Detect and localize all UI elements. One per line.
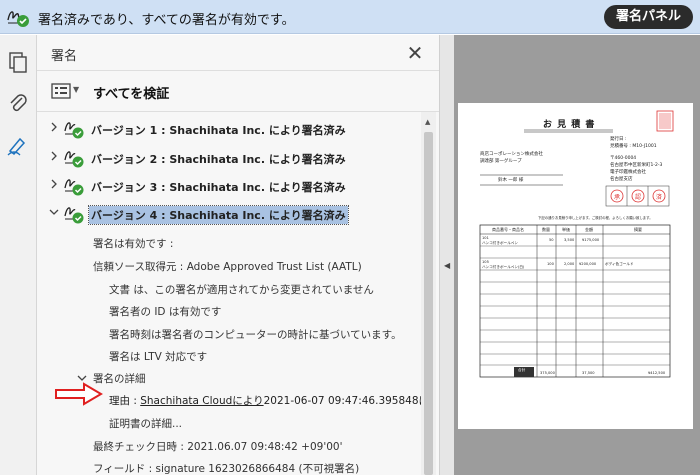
doc-row-1-name: ハンコ付きボールペン <box>482 241 518 245</box>
doc-row-2-note: ボディ色ゴールド <box>605 262 634 266</box>
red-arrow-annotation <box>55 382 103 406</box>
doc-row-2-amount: ¥200,000 <box>579 262 597 266</box>
status-message: 署名済みであり、すべての署名が有効です。 <box>38 13 295 28</box>
doc-row-1-amount: ¥175,000 <box>582 238 600 242</box>
attachment-icon[interactable] <box>6 91 30 115</box>
doc-recipient-company: 商店コーポレーション株式会社 <box>480 152 543 157</box>
version-label: バージョン 3 : Shachihata Inc. により署名済み <box>91 181 346 194</box>
doc-intro: 下記の通りお見積り申し上げます。ご検討の程、よろしくお願い致します。 <box>538 216 653 220</box>
version-label-selected: バージョン 4 : Shachihata Inc. により署名済み <box>88 205 349 225</box>
signature-status-bar: 署名済みであり、すべての署名が有効です。 署名パネル <box>0 0 700 34</box>
not-modified-text: 文書 は、この署名が適用されてから変更されていません <box>109 284 374 296</box>
doc-title: お 見 積 書 <box>543 120 596 130</box>
left-tool-rail <box>0 35 37 475</box>
vertical-scrollbar[interactable]: ▲ <box>421 112 436 475</box>
version-label: バージョン 1 : Shachihata Inc. により署名済み <box>91 124 346 137</box>
doc-total-subtotal: 375,000 <box>540 371 555 375</box>
id-valid-text: 署名者の ID は有効です <box>109 306 222 318</box>
ltv-text: 署名は LTV 対応です <box>109 351 208 363</box>
version-label: バージョン 2 : Shachihata Inc. により署名済み <box>91 153 346 166</box>
chevron-right-icon[interactable] <box>49 122 59 132</box>
signature-valid-icon <box>64 151 84 168</box>
chevron-down-icon[interactable] <box>49 207 59 217</box>
signature-valid-icon <box>7 11 29 27</box>
doc-stamp-3: 済 <box>656 194 663 201</box>
doc-col-header-price: 単価 <box>562 227 570 232</box>
doc-col-header-note: 摘要 <box>634 227 642 232</box>
doc-recipient-name: 鈴木 一郎 様 <box>498 178 524 183</box>
verify-all-label: すべてを検証 <box>93 87 170 102</box>
doc-row-1-price: 3,500 <box>564 238 575 242</box>
chevron-down-icon[interactable]: ▼ <box>73 85 79 94</box>
close-icon[interactable]: ✕ <box>404 41 426 65</box>
signature-pen-icon[interactable] <box>6 133 30 157</box>
time-based-text: 署名時刻は署名者のコンピューターの時計に基づいています。 <box>109 329 402 341</box>
doc-row-1-qty: 50 <box>549 238 554 242</box>
last-checked-text: 最終チェック日時 : 2021.06.07 09:48:42 +09'00' <box>93 441 343 453</box>
chevron-right-icon[interactable] <box>49 151 59 161</box>
pages-icon[interactable] <box>6 51 30 75</box>
doc-sender-addr1: 名古屋市中区新栄町1-2-3 <box>610 163 663 168</box>
doc-sender-addr3: 名古屋支店 <box>610 177 633 182</box>
certificate-details-link[interactable]: 証明書の詳細... <box>109 416 182 431</box>
doc-col-header-qty: 数量 <box>542 227 550 232</box>
doc-row-2-price: 2,000 <box>564 262 575 266</box>
options-list-icon <box>51 83 71 99</box>
signature-list: バージョン 1 : Shachihata Inc. により署名済み バージョン … <box>37 112 421 475</box>
reason-row: 理由 : Shachihata Cloudにより2021-06-07 09:47… <box>109 393 421 409</box>
doc-recipient-dept: 調達部 第一グループ <box>480 159 522 164</box>
doc-row-2-qty: 100 <box>547 262 554 266</box>
divider <box>37 70 439 71</box>
doc-number: 見積番号 : M10-J1001 <box>610 144 657 149</box>
signature-panel: 署名 ✕ ▼ すべてを検証 バージョン 1 : Shachihata Inc. … <box>37 35 439 475</box>
doc-total-tax: 37,500 <box>582 371 595 375</box>
doc-row-2-name: ハンコ付きボールペン(白) <box>482 265 525 269</box>
signature-valid-icon <box>64 179 84 196</box>
reason-suffix: 2021-06-07 09:47:46.395848に署名されて <box>263 395 421 407</box>
field-text: フィールド : signature 1623026866484 (不可視署名) <box>93 463 360 475</box>
doc-stamp-1: 承 <box>614 194 621 201</box>
document-view: お 見 積 書 発行日 : 見積番号 : M10-J1001 商店コーポレーショ… <box>454 35 700 475</box>
doc-stamp-2: 認 <box>635 194 642 201</box>
scrollbar-thumb[interactable] <box>424 132 433 475</box>
signature-valid-text: 署名は有効です : <box>93 238 174 250</box>
signature-valid-icon <box>64 122 84 139</box>
collapse-panel-icon[interactable]: ◀ <box>444 261 450 270</box>
doc-totals-label: 合計 <box>518 368 526 372</box>
reason-value: Shachihata Cloudにより <box>140 395 264 407</box>
document-page: お 見 積 書 発行日 : 見積番号 : M10-J1001 商店コーポレーショ… <box>458 103 693 429</box>
chevron-right-icon[interactable] <box>49 179 59 189</box>
panel-title: 署名 <box>51 49 78 64</box>
doc-total-sum: ¥412,500 <box>648 371 666 375</box>
trust-source-text: 信頼ソース取得元 : Adobe Approved Trust List (AA… <box>93 261 362 273</box>
signature-details-toggle[interactable]: 署名の詳細 <box>77 369 377 387</box>
doc-row-2-no: 105 <box>482 260 489 264</box>
reason-prefix: 理由 : <box>109 395 141 407</box>
signature-valid-icon <box>64 207 84 224</box>
scroll-up-icon[interactable]: ▲ <box>425 118 430 126</box>
doc-row-1-no: 101 <box>482 236 489 240</box>
doc-sender-addr2: 電子印鑑株式会社 <box>610 170 646 175</box>
doc-col-header-item: 商品番号・商品名 <box>492 227 524 232</box>
doc-col-header-amount: 金額 <box>585 227 593 232</box>
signature-panel-button[interactable]: 署名パネル <box>604 5 693 29</box>
panel-splitter[interactable]: ◀ <box>439 35 454 475</box>
doc-sender-postal: 〒460-0004 <box>610 156 637 161</box>
doc-issue-date: 発行日 : <box>610 137 627 142</box>
